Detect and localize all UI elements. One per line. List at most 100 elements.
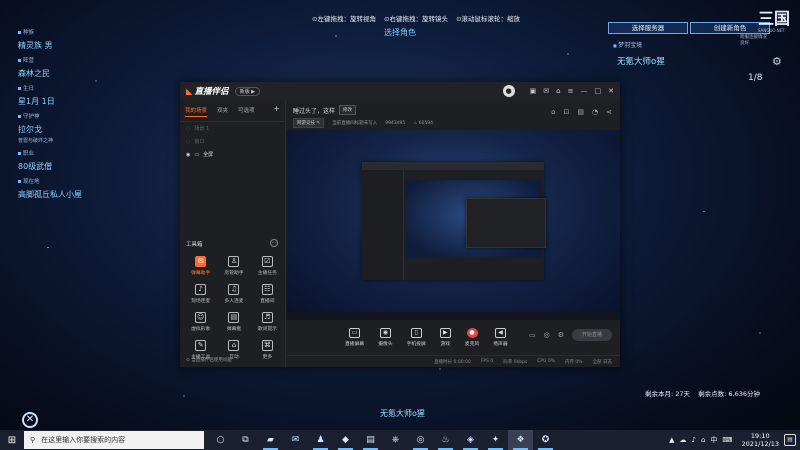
gear-icon[interactable]: ⚙: [772, 55, 782, 68]
lock-icon[interactable]: ⊡: [564, 108, 570, 116]
app-icon[interactable]: ◈: [458, 430, 483, 450]
help-link[interactable]: ⊙ 当直播伴侣使用问题: [186, 357, 232, 363]
record-icon[interactable]: ▭: [529, 331, 536, 339]
nested-app-window-inner: [466, 198, 546, 248]
server-status-value: 良好: [740, 41, 749, 46]
live-main-panel: 睡过头了，这样 修改 网游竞技 ✎ 当前直播间标题未写入 9943495 605…: [287, 100, 620, 367]
nested-titlebar: [362, 162, 544, 170]
tool-item[interactable]: ☑ 主播任务: [251, 256, 284, 276]
cloud-icon[interactable]: ☁: [680, 436, 687, 444]
chrome-icon[interactable]: ◎: [408, 430, 433, 450]
control-item[interactable]: ▭ 直播屏幕: [345, 327, 365, 347]
info-birthday: 生日 星1月 1日: [18, 84, 128, 107]
volume-icon[interactable]: ♪: [692, 436, 696, 444]
info-label: 现在地: [18, 177, 128, 185]
clock-date: 2021/12/13: [741, 440, 779, 448]
visual-studio-icon[interactable]: ⎈: [383, 430, 408, 450]
task-view-icon[interactable]: ⧉: [233, 430, 258, 450]
modify-title-button[interactable]: 修改: [339, 105, 357, 115]
tool-item[interactable]: ♬ 歌词提示: [251, 312, 284, 332]
tool-item[interactable]: ⌘ 更多: [251, 340, 284, 360]
tool-item[interactable]: ✉ 弹幕助手: [184, 256, 217, 276]
tool-item[interactable]: ▤ 弹幕框: [217, 312, 250, 332]
avatar-icon: ☺: [195, 312, 207, 323]
keyboard-icon[interactable]: ⌨: [722, 436, 732, 444]
network-icon[interactable]: ⌂: [701, 436, 705, 444]
tab-my-scenes[interactable]: 我的场景: [185, 106, 208, 117]
interact-icon: ⌂: [228, 340, 240, 351]
tool-label: 现场连麦: [191, 299, 211, 304]
cortana-icon[interactable]: ○: [208, 430, 233, 450]
ime-indicator[interactable]: 中: [710, 435, 717, 445]
version-button[interactable]: 新版 ▶: [234, 86, 260, 96]
windows-start-icon[interactable]: ⊞: [0, 430, 24, 450]
bell-icon[interactable]: ◔: [592, 108, 598, 116]
gift-icon[interactable]: ⌂: [551, 108, 555, 116]
eye-icon[interactable]: ◉: [186, 152, 190, 158]
menu-icon[interactable]: ≡: [568, 87, 574, 95]
tool-item[interactable]: ☷ 直播间: [251, 284, 284, 304]
tray-overflow-icon[interactable]: ▲: [669, 436, 674, 444]
clock[interactable]: 19:10 2021/12/13: [742, 432, 779, 448]
area-button[interactable]: 网游竞技 ✎: [293, 118, 325, 128]
minimize-icon[interactable]: —: [581, 87, 588, 95]
more-tools-icon[interactable]: ⋯: [270, 239, 278, 247]
steam-icon[interactable]: ♨: [433, 430, 458, 450]
start-live-button[interactable]: 开始直播: [572, 329, 612, 341]
x-circle-icon[interactable]: ✕: [22, 412, 38, 428]
search-input[interactable]: ⚲ 在这里输入你要搜索的内容: [24, 431, 204, 449]
source-item[interactable]: ◌ 窗口: [180, 135, 285, 148]
hint-rotate-view: ⊙左键拖拽：旋转视角: [312, 15, 376, 23]
control-item[interactable]: ▶ 游戏: [439, 327, 451, 347]
character-slot-name[interactable]: 无氪大师o猩: [617, 55, 665, 67]
tool-item[interactable]: ♪ 现场连麦: [184, 284, 217, 304]
add-scene-icon[interactable]: +: [273, 105, 280, 117]
eye-hidden-icon[interactable]: ◌: [186, 139, 190, 145]
realm-label: 梦羽宝境: [613, 40, 642, 49]
flame-icon: ◣: [186, 87, 193, 97]
gift-icon[interactable]: ✉: [543, 87, 549, 95]
remaining-time: 剩余本月: 27天: [645, 390, 691, 398]
tool-item[interactable]: ♙ 房管助手: [217, 256, 250, 276]
game-launcher-icon[interactable]: ♟: [308, 430, 333, 450]
clipboard-icon[interactable]: ▤: [577, 108, 584, 116]
search-placeholder: 在这里输入你要搜索的内容: [41, 436, 126, 444]
source-item[interactable]: ◉ ▭ 全屏: [180, 148, 285, 161]
tab-dual[interactable]: 双夹: [217, 106, 228, 117]
status-log[interactable]: 全部 日志: [593, 359, 612, 365]
message-icon[interactable]: ▣: [530, 87, 537, 95]
status-cpu: CPU 0%: [537, 359, 555, 364]
maximize-icon[interactable]: □: [595, 87, 602, 95]
control-item[interactable]: ◀ 扬声器: [493, 327, 508, 347]
app-icon[interactable]: ❖: [508, 430, 533, 450]
eye-hidden-icon[interactable]: ◌: [186, 126, 190, 132]
control-item[interactable]: ▯ 手机投屏: [407, 327, 426, 347]
shop-icon[interactable]: ⌂: [556, 87, 560, 95]
eye-icon[interactable]: ◎: [544, 331, 550, 339]
select-server-button[interactable]: 选择服务器: [608, 22, 688, 34]
info-label: 守护神: [18, 112, 128, 120]
control-item[interactable]: ● 麦克风: [465, 327, 479, 347]
tool-item[interactable]: ☺ 虚拟形象: [184, 312, 217, 332]
share-icon[interactable]: ⋖: [606, 108, 612, 116]
tool-item[interactable]: ♫ 多人连麦: [217, 284, 250, 304]
app-icon[interactable]: ✦: [483, 430, 508, 450]
info-label: 种族: [18, 28, 128, 36]
avatar[interactable]: ●: [502, 85, 515, 97]
notification-icon[interactable]: ▤: [784, 434, 796, 446]
stream-preview[interactable]: [287, 130, 620, 320]
app-icon[interactable]: ◆: [333, 430, 358, 450]
app-icon[interactable]: ✪: [533, 430, 558, 450]
close-icon[interactable]: ✕: [608, 87, 614, 95]
control-label: 直播屏幕: [345, 341, 365, 347]
file-explorer-icon[interactable]: ▰: [258, 430, 283, 450]
control-item[interactable]: ◉ 摄像头: [378, 327, 393, 347]
source-item[interactable]: ◌ 场景 1: [180, 122, 285, 135]
mail-icon[interactable]: ✉: [283, 430, 308, 450]
status-fps: FPS 0: [480, 359, 494, 364]
settings-icon[interactable]: ⚙: [558, 331, 564, 339]
tab-options[interactable]: 可选项: [238, 106, 255, 117]
app-icon[interactable]: ▤: [358, 430, 383, 450]
page-counter: 1/8: [748, 73, 763, 83]
lyrics-icon: ♬: [261, 312, 273, 323]
